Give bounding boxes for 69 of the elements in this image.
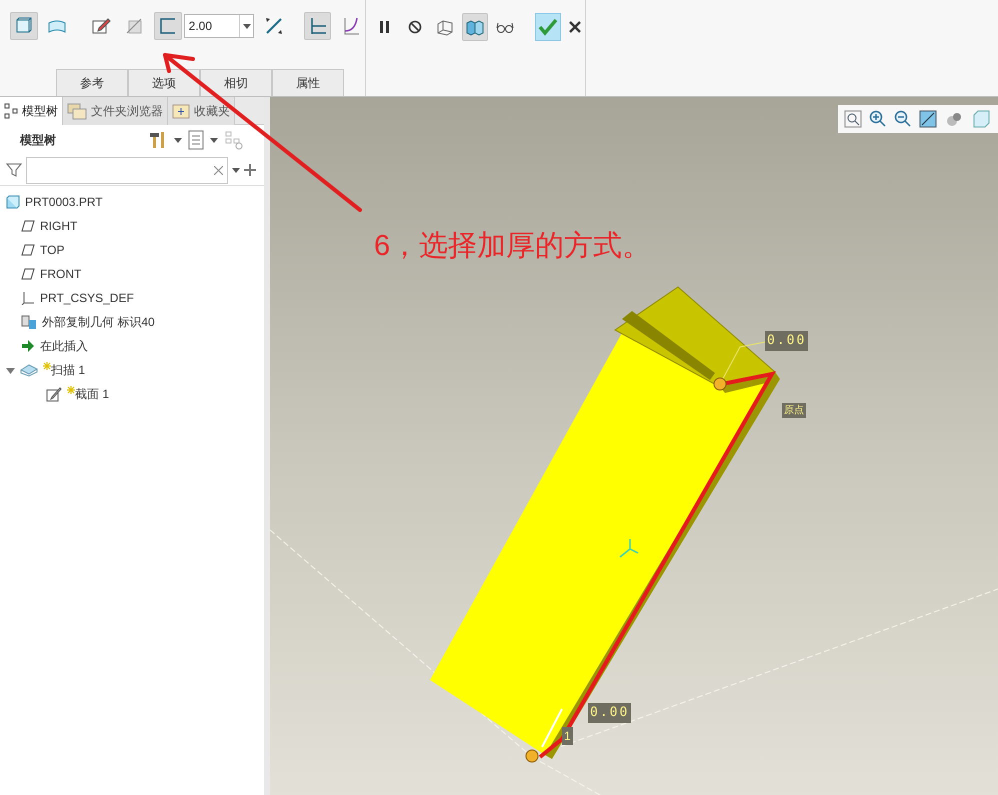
ribbon-tab[interactable]: 选项 bbox=[128, 69, 200, 96]
tree-item[interactable]: RIGHT bbox=[0, 214, 264, 238]
checkmark-icon bbox=[538, 18, 558, 36]
ribbon-tab[interactable]: 参考 bbox=[56, 69, 128, 96]
zoom-in-icon[interactable] bbox=[869, 110, 887, 128]
tree-item-label: PRT_CSYS_DEF bbox=[40, 290, 134, 307]
toolbar-button[interactable] bbox=[154, 12, 182, 40]
tree-structure-icon bbox=[4, 103, 18, 119]
tree-item-label: TOP bbox=[40, 242, 64, 259]
toolbar-button[interactable] bbox=[304, 12, 332, 40]
panel-title: 模型树 bbox=[20, 132, 56, 149]
folders-icon bbox=[67, 102, 87, 120]
diagonal-arrows-icon bbox=[264, 16, 284, 36]
ribbon-tab[interactable]: 相切 bbox=[200, 69, 272, 96]
dropdown-caret-icon[interactable] bbox=[242, 24, 251, 28]
star-folder-icon bbox=[172, 103, 190, 119]
expanded-caret-icon[interactable] bbox=[6, 366, 15, 374]
zoom-out-icon[interactable] bbox=[894, 110, 912, 128]
tree-item[interactable]: 在此插入 bbox=[0, 334, 264, 358]
tree-item[interactable]: PRT0003.PRT bbox=[0, 190, 264, 214]
sweep-feature-icon bbox=[20, 363, 38, 377]
toolbar-button[interactable] bbox=[10, 12, 38, 40]
dropdown-caret-icon[interactable] bbox=[174, 138, 182, 142]
panel-tab[interactable]: 收藏夹 bbox=[168, 97, 235, 125]
slash-square-icon bbox=[124, 16, 144, 36]
point-label: 1 bbox=[562, 727, 573, 745]
dimension-label: 0.00 bbox=[588, 703, 632, 722]
panel-tab[interactable]: 模型树 bbox=[0, 97, 63, 125]
plane-icon bbox=[21, 268, 35, 280]
plane-icon bbox=[21, 244, 35, 256]
axis-icon bbox=[21, 291, 35, 305]
tree-item[interactable]: 截面 1 bbox=[0, 382, 264, 406]
tree-item-label: 截面 1 bbox=[75, 386, 110, 403]
tree-item-label: RIGHT bbox=[40, 218, 78, 235]
start-point-label: 原点 bbox=[782, 403, 806, 418]
thickness-value: 2.00 bbox=[188, 18, 214, 35]
pencil-icon bbox=[90, 16, 111, 36]
clear-icon[interactable] bbox=[214, 166, 223, 174]
dimension-label: 0.00 bbox=[765, 331, 808, 350]
annotation-text: 6，选择加厚的方式。 bbox=[374, 229, 652, 264]
ribbon-tab[interactable]: 属性 bbox=[272, 69, 344, 96]
tree-item[interactable]: TOP bbox=[0, 238, 264, 262]
cube-icon bbox=[6, 195, 20, 209]
tree-item[interactable]: FRONT bbox=[0, 262, 264, 286]
thickness-field[interactable]: 2.00 bbox=[184, 14, 254, 38]
dropdown-caret-icon[interactable] bbox=[232, 168, 240, 172]
right-arrow-icon bbox=[21, 339, 35, 353]
tree-item-label: 在此插入 bbox=[40, 338, 88, 355]
add-icon[interactable] bbox=[244, 164, 256, 176]
zoom-fit-icon[interactable] bbox=[844, 110, 862, 128]
search-field[interactable] bbox=[26, 156, 228, 184]
panel-tab[interactable]: 文件夹浏览器 bbox=[63, 97, 168, 125]
list-settings-icon[interactable] bbox=[188, 130, 204, 150]
tree-item-label: 外部复制几何 标识40 bbox=[42, 314, 155, 331]
repaint-icon[interactable] bbox=[919, 110, 937, 128]
sketch-icon bbox=[46, 386, 62, 402]
tree-item[interactable]: 扫描 1 bbox=[0, 358, 264, 382]
copy-geometry-icon bbox=[21, 314, 37, 330]
tree-item-label: FRONT bbox=[40, 266, 82, 283]
tree-item-label: 扫描 1 bbox=[51, 362, 86, 379]
display-style-icon[interactable] bbox=[944, 110, 964, 128]
tree-item[interactable]: 外部复制几何 标识40 bbox=[0, 310, 264, 334]
close-icon bbox=[568, 21, 581, 33]
dropdown-caret-icon[interactable] bbox=[210, 138, 218, 142]
filter-icon[interactable] bbox=[6, 162, 22, 178]
plane-icon bbox=[21, 220, 35, 232]
tree-item[interactable]: PRT_CSYS_DEF bbox=[0, 286, 264, 310]
toolbar-button[interactable] bbox=[462, 13, 488, 41]
tree-item-label: PRT0003.PRT bbox=[25, 194, 103, 211]
